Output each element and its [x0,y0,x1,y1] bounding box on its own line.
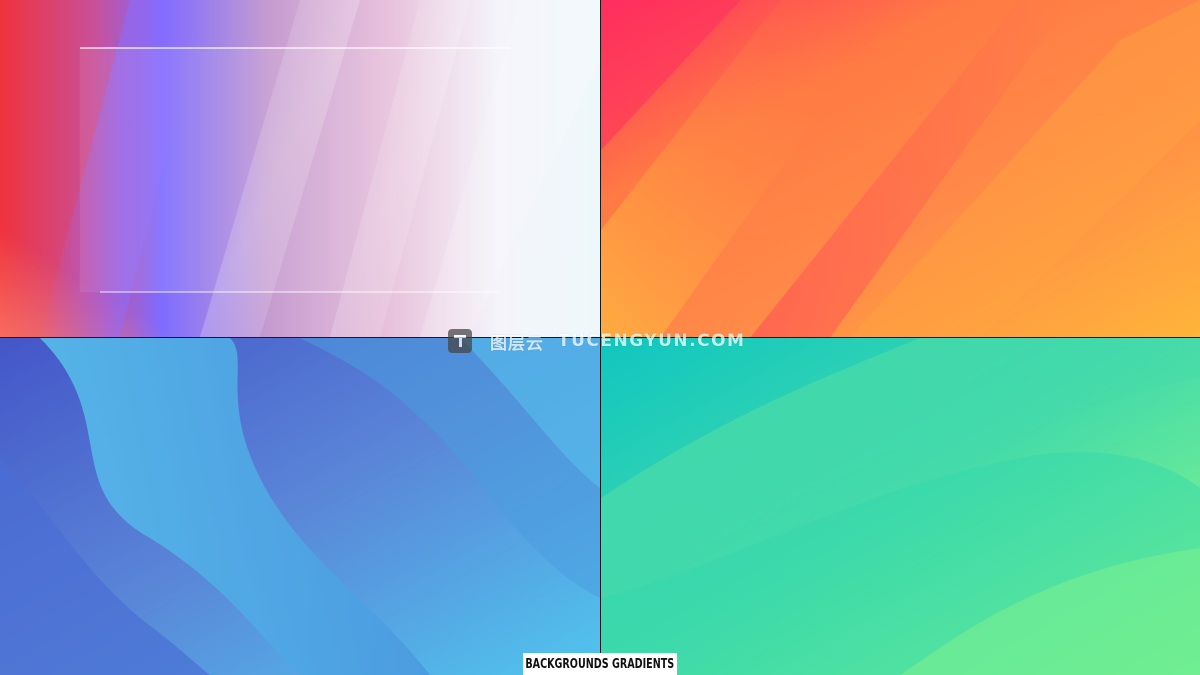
gradient-ocean-art [0,338,600,675]
caption-label: BACKGROUNDS GRADIENTS [523,653,677,675]
gradient-panel-sunset [601,0,1200,337]
caption-text: BACKGROUNDS GRADIENTS [525,656,675,672]
gradient-mint-art [601,338,1200,675]
logo-t-icon [448,329,472,353]
gradient-sunset-art [601,0,1200,337]
watermark-cn-text: 图层云 [490,333,544,354]
gradient-preview-stage: 图层云 TUCENGYUN.COM BACKGROUNDS GRADIENTS [0,0,1200,675]
gradient-panel-mint [601,338,1200,675]
gradient-panel-pastel [0,0,600,337]
gradient-panel-ocean [0,338,600,675]
watermark-en-text: TUCENGYUN.COM [558,331,746,351]
watermark: 图层云 TUCENGYUN.COM [448,328,745,354]
gradient-pastel-art [0,0,600,337]
